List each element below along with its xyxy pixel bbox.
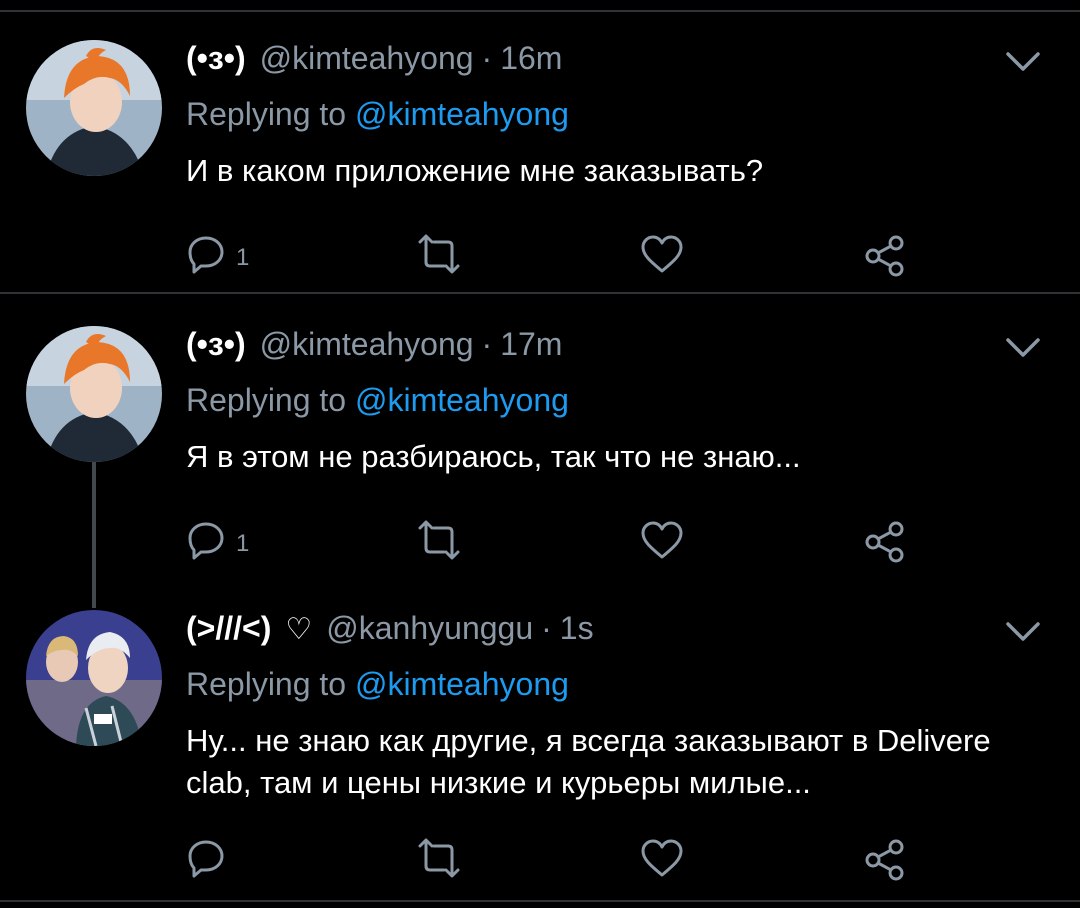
reply-count: 1 bbox=[236, 530, 250, 557]
tweet-text: И в каком приложение мне заказывать? bbox=[186, 153, 764, 188]
replying-to-handle[interactable]: @kimteahyong bbox=[355, 666, 569, 702]
tweet[interactable]: (•з•) @kimteahyong · 17m Replying to @ki… bbox=[0, 326, 1080, 608]
like-icon bbox=[641, 839, 683, 877]
replying-to-label: Replying to bbox=[186, 382, 347, 418]
reply-icon bbox=[188, 236, 224, 274]
chevron-down-icon[interactable] bbox=[1002, 326, 1044, 368]
user-handle[interactable]: @kimteahyong bbox=[260, 40, 474, 77]
retweet-icon bbox=[418, 234, 460, 274]
share-icon bbox=[865, 839, 904, 881]
tweet-divider bbox=[0, 292, 1080, 294]
replying-to: Replying to @kimteahyong bbox=[186, 382, 569, 419]
retweet-button[interactable] bbox=[414, 520, 464, 560]
reply-button[interactable]: 1 bbox=[186, 520, 249, 560]
reply-icon bbox=[188, 840, 224, 878]
tweet-text: Ну... не знаю как другие, я всегда заказ… bbox=[186, 723, 991, 800]
retweet-icon bbox=[418, 838, 460, 878]
timestamp[interactable]: 17m bbox=[500, 326, 562, 363]
chevron-down-icon[interactable] bbox=[1002, 40, 1044, 82]
display-name[interactable]: (•з•) bbox=[186, 40, 246, 77]
share-icon bbox=[865, 235, 904, 277]
retweet-button[interactable] bbox=[414, 838, 464, 878]
like-button[interactable] bbox=[640, 520, 684, 560]
tweet[interactable]: (>///<) ♡ @kanhyunggu · 1s Replying to @… bbox=[0, 610, 1080, 895]
replying-to-handle[interactable]: @kimteahyong bbox=[355, 96, 569, 132]
display-name[interactable]: (•з•) bbox=[186, 326, 246, 363]
replying-to: Replying to @kimteahyong bbox=[186, 666, 569, 703]
share-button[interactable] bbox=[864, 838, 908, 882]
like-icon bbox=[641, 235, 683, 273]
share-icon bbox=[865, 521, 904, 563]
top-divider bbox=[0, 0, 1080, 12]
tweet[interactable]: (•з•) @kimteahyong · 16m Replying to @ki… bbox=[0, 40, 1080, 292]
reply-count: 1 bbox=[236, 244, 250, 271]
replying-to-label: Replying to bbox=[186, 96, 347, 132]
reply-button[interactable] bbox=[186, 838, 236, 878]
retweet-icon bbox=[418, 520, 460, 560]
separator-dot: · bbox=[481, 40, 493, 76]
timestamp[interactable]: 16m bbox=[500, 40, 562, 77]
like-button[interactable] bbox=[640, 234, 684, 274]
reply-button[interactable]: 1 bbox=[186, 234, 249, 274]
like-button[interactable] bbox=[640, 838, 684, 878]
chevron-down-icon[interactable] bbox=[1002, 610, 1044, 652]
avatar[interactable] bbox=[26, 40, 162, 176]
user-handle[interactable]: @kimteahyong bbox=[260, 326, 474, 363]
thread-line bbox=[92, 462, 96, 608]
separator-dot: · bbox=[541, 610, 552, 646]
avatar[interactable] bbox=[26, 326, 162, 462]
bottom-divider bbox=[0, 900, 1080, 902]
like-icon bbox=[641, 521, 683, 559]
replying-to: Replying to @kimteahyong bbox=[186, 96, 569, 133]
timestamp[interactable]: 1s bbox=[560, 610, 594, 647]
tweet-text: Я в этом не разбираюсь, так что не знаю.… bbox=[186, 439, 801, 474]
avatar[interactable] bbox=[26, 610, 162, 746]
display-name[interactable]: (>///<) bbox=[186, 610, 271, 647]
share-button[interactable] bbox=[864, 520, 908, 564]
separator-dot: · bbox=[481, 326, 493, 362]
share-button[interactable] bbox=[864, 234, 908, 278]
reply-icon bbox=[188, 522, 224, 560]
replying-to-label: Replying to bbox=[186, 666, 347, 702]
replying-to-handle[interactable]: @kimteahyong bbox=[355, 382, 569, 418]
user-handle[interactable]: @kanhyunggu bbox=[326, 610, 533, 647]
heart-icon: ♡ bbox=[285, 613, 313, 646]
retweet-button[interactable] bbox=[414, 234, 464, 274]
